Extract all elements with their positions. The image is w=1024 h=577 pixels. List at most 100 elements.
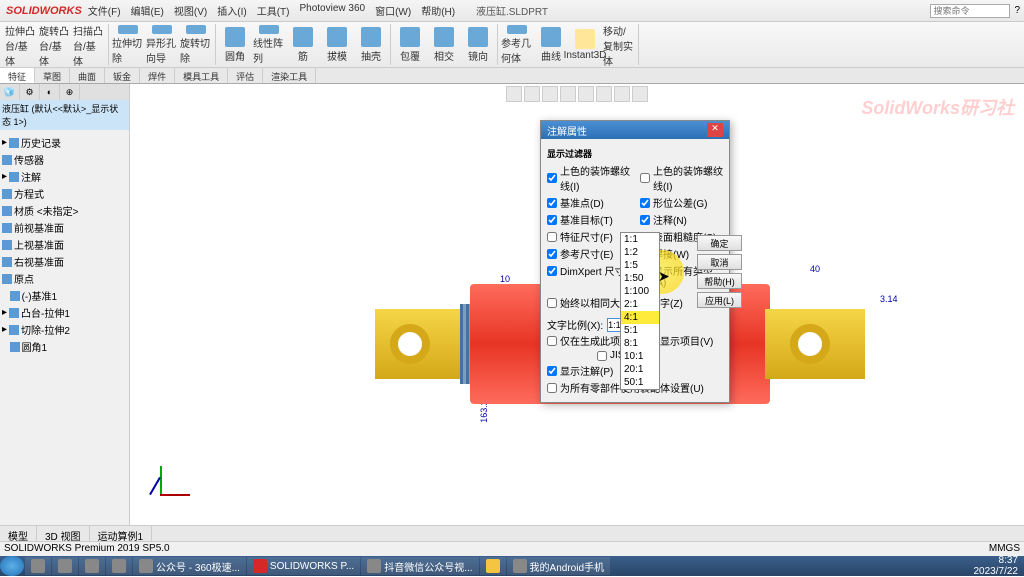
ok-button[interactable]: 确定 (697, 235, 742, 251)
scale-option[interactable]: 20:1 (621, 363, 659, 376)
task-item[interactable] (52, 557, 78, 575)
check-shaded-thread[interactable] (640, 173, 650, 183)
check-thread[interactable] (547, 173, 557, 183)
check-jis[interactable] (597, 351, 607, 361)
intersect-button[interactable]: 相交 (428, 25, 460, 65)
draft-button[interactable]: 拔模 (321, 25, 353, 65)
tree-tab-icon[interactable]: 🧊 (0, 84, 20, 100)
view-btn[interactable] (542, 86, 558, 102)
task-item[interactable] (79, 557, 105, 575)
view-btn[interactable] (524, 86, 540, 102)
task-item[interactable] (106, 557, 132, 575)
tree-item[interactable]: ▸注解 (2, 168, 127, 185)
pattern-button[interactable]: 线性阵列 (253, 25, 285, 65)
appearance-tab-icon[interactable]: ⊕ (60, 84, 80, 100)
shell-button[interactable]: 抽壳 (355, 25, 387, 65)
menu-tools[interactable]: 工具(T) (257, 3, 290, 18)
tree-item[interactable]: ▸凸台-拉伸1 (2, 304, 127, 321)
tab-surface[interactable]: 曲面 (70, 68, 105, 83)
scale-option[interactable]: 5:1 (621, 324, 659, 337)
check-ref-dim[interactable] (547, 249, 557, 259)
start-button[interactable] (0, 556, 24, 576)
extrude-cut-button[interactable]: 拉伸切除 (112, 25, 144, 65)
apply-button[interactable]: 应用(L) (697, 292, 742, 308)
rib-button[interactable]: 筋 (287, 25, 319, 65)
scale-option[interactable]: 10:1 (621, 350, 659, 363)
hole-wizard-button[interactable]: 异形孔向导 (146, 25, 178, 65)
check-only-view[interactable] (547, 336, 557, 346)
tab-motion[interactable]: 运动算例1 (90, 526, 153, 541)
check-show-annot[interactable] (547, 366, 557, 376)
menu-file[interactable]: 文件(F) (88, 3, 121, 18)
tree-item[interactable]: 圆角1 (2, 338, 127, 355)
tab-mold[interactable]: 模具工具 (175, 68, 228, 83)
scale-option[interactable]: 1:2 (621, 246, 659, 259)
revolve-boss-button[interactable]: 旋转凸台/基体 (39, 25, 71, 65)
display-tab-icon[interactable]: ◐ (40, 84, 60, 100)
tree-item[interactable]: 原点 (2, 270, 127, 287)
config-tab-icon[interactable]: ⚙ (20, 84, 40, 100)
menu-window[interactable]: 窗口(W) (375, 3, 411, 18)
scale-option[interactable]: 1:100 (621, 285, 659, 298)
tab-render[interactable]: 渲染工具 (263, 68, 316, 83)
menu-edit[interactable]: 编辑(E) (131, 3, 164, 18)
task-item[interactable] (480, 557, 506, 575)
tree-item[interactable]: 右视基准面 (2, 253, 127, 270)
view-btn[interactable] (506, 86, 522, 102)
tab-sheetmetal[interactable]: 钣金 (105, 68, 140, 83)
task-item[interactable] (25, 557, 51, 575)
check-datum[interactable] (547, 198, 557, 208)
sweep-boss-button[interactable]: 扫描凸台/基体 (73, 25, 105, 65)
search-input[interactable] (930, 4, 1010, 18)
menu-photoview[interactable]: Photoview 360 (299, 3, 365, 18)
revolve-cut-button[interactable]: 旋转切除 (180, 25, 212, 65)
cancel-button[interactable]: 取消 (697, 254, 742, 270)
tab-features[interactable]: 特征 (0, 68, 35, 83)
tree-root[interactable]: 液压缸 (默认<<默认>_显示状态 1>) (0, 100, 129, 130)
view-btn[interactable] (632, 86, 648, 102)
wrap-button[interactable]: 包覆 (394, 25, 426, 65)
ref-geometry-button[interactable]: 参考几何体 (501, 25, 533, 65)
check-gtol[interactable] (640, 198, 650, 208)
tree-item[interactable]: 方程式 (2, 185, 127, 202)
scale-option[interactable]: 8:1 (621, 337, 659, 350)
view-btn[interactable] (578, 86, 594, 102)
check-same-size[interactable] (547, 298, 557, 308)
curves-button[interactable]: 曲线 (535, 25, 567, 65)
close-icon[interactable]: ✕ (707, 123, 723, 137)
instant3d-button[interactable]: Instant3D (569, 25, 601, 65)
help-icon[interactable]: ? (1014, 5, 1020, 16)
task-item[interactable]: 抖音微信公众号视... (361, 557, 478, 575)
task-item[interactable]: 我的Android手机 (507, 557, 610, 575)
scale-option[interactable]: 2:1 (621, 298, 659, 311)
tab-model[interactable]: 模型 (0, 526, 37, 541)
check-feat-dim[interactable] (547, 232, 557, 242)
check-datum-target[interactable] (547, 215, 557, 225)
fillet-button[interactable]: 圆角 (219, 25, 251, 65)
tree-item[interactable]: ▸切除-拉伸2 (2, 321, 127, 338)
tree-item[interactable]: 前视基准面 (2, 219, 127, 236)
tree-item[interactable]: (-)基准1 (2, 287, 127, 304)
check-dimxpert[interactable] (547, 266, 557, 276)
system-tray[interactable]: 8:372023/7/22 (968, 555, 1024, 577)
check-use-assy[interactable] (547, 383, 557, 393)
scale-option[interactable]: 1:50 (621, 272, 659, 285)
task-item[interactable]: 公众号 - 360极速... (133, 557, 246, 575)
task-item[interactable]: SOLIDWORKS P... (247, 557, 360, 575)
view-btn[interactable] (614, 86, 630, 102)
tree-item[interactable]: 材质 <未指定> (2, 202, 127, 219)
move-body-button[interactable]: 移动/复制实体 (603, 25, 635, 65)
menu-insert[interactable]: 插入(I) (217, 3, 246, 18)
scale-option[interactable]: 50:1 (621, 376, 659, 389)
tree-item[interactable]: ▸历史记录 (2, 134, 127, 151)
mirror-button[interactable]: 镜向 (462, 25, 494, 65)
tab-sketch[interactable]: 草图 (35, 68, 70, 83)
view-btn[interactable] (596, 86, 612, 102)
tab-evaluate[interactable]: 评估 (228, 68, 263, 83)
scale-option[interactable]: 1:5 (621, 259, 659, 272)
menu-help[interactable]: 帮助(H) (421, 3, 455, 18)
tab-weldments[interactable]: 焊件 (140, 68, 175, 83)
menu-view[interactable]: 视图(V) (174, 3, 207, 18)
scale-option[interactable]: 1:1 (621, 233, 659, 246)
check-notes[interactable] (640, 215, 650, 225)
